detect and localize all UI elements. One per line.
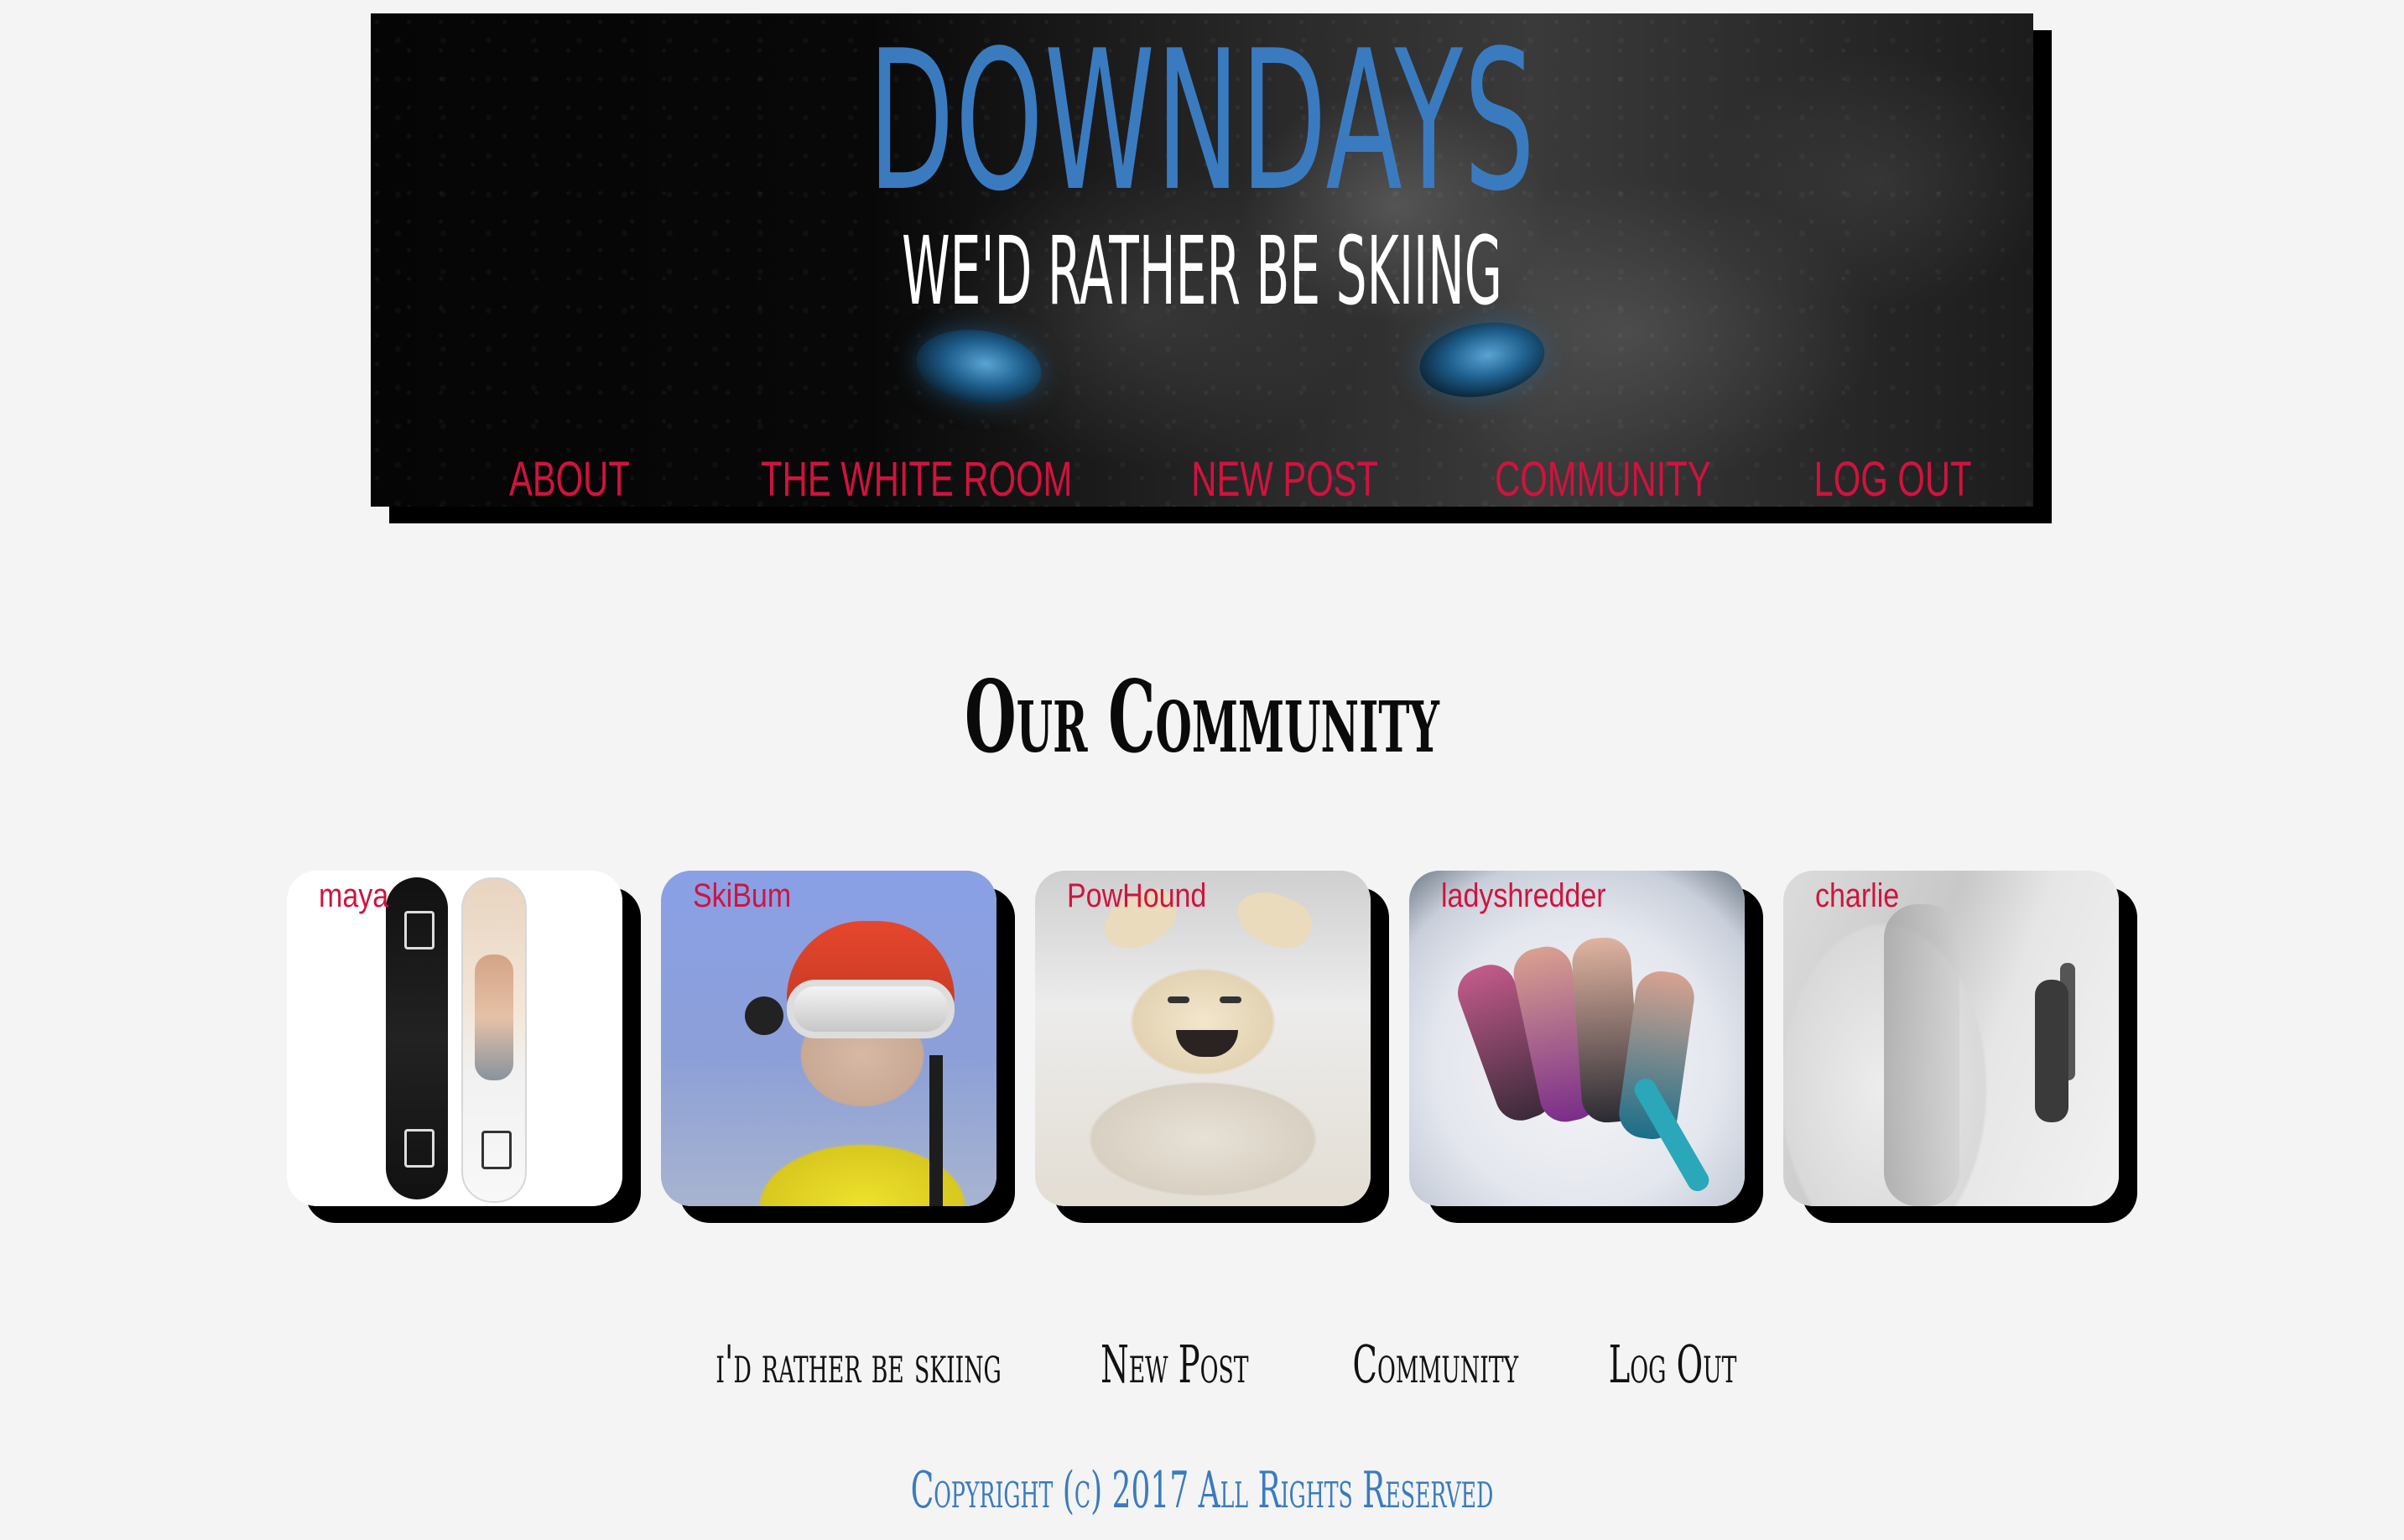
member-username[interactable]: maya	[319, 877, 388, 915]
dog-mouth	[1176, 1030, 1238, 1057]
nav-log-out-link[interactable]: LOG OUT	[1813, 451, 1971, 507]
member-username[interactable]: SkiBum	[693, 877, 791, 915]
nav-white-room-link[interactable]: THE WHITE ROOM	[761, 451, 1072, 507]
member-username[interactable]: PowHound	[1067, 877, 1206, 915]
member-username[interactable]: charlie	[1815, 877, 1899, 915]
snowboard-white	[461, 877, 527, 1203]
member-username[interactable]: ladyshredder	[1441, 877, 1606, 915]
board-logo	[404, 911, 434, 949]
dog-ear	[1229, 880, 1319, 959]
goggles	[787, 980, 955, 1038]
member-avatar-image	[1409, 871, 1745, 1206]
member-avatar-image	[661, 871, 996, 1206]
cable	[929, 1055, 943, 1206]
footer-new-post-link[interactable]: New Post	[1101, 1334, 1248, 1395]
footer-navigation: i'd rather be skiing New Post Community …	[0, 1334, 2404, 1395]
page-title: Our Community	[965, 658, 1439, 775]
member-card-ladyshredder[interactable]: ladyshredder	[1409, 871, 1745, 1206]
member-avatar-image	[287, 871, 622, 1206]
top-navigation: ABOUT THE WHITE ROOM NEW POST COMMUNITY …	[455, 451, 2033, 507]
member-card-charlie[interactable]: charlie	[1783, 871, 2119, 1206]
member-card-skibum[interactable]: SkiBum	[661, 871, 996, 1206]
board-logo	[481, 1131, 512, 1169]
community-members-grid: maya SkiBum PowHound ladyshredder charli…	[287, 871, 2124, 1223]
board-artwork	[475, 955, 513, 1080]
dog-eye	[1220, 996, 1241, 1003]
header-banner: DOWNDAYS WE'D RATHER BE SKIING ABOUT THE…	[371, 13, 2033, 507]
snow-cliff	[1884, 904, 1959, 1206]
nav-about-link[interactable]: ABOUT	[509, 451, 630, 507]
member-card-powhound[interactable]: PowHound	[1035, 871, 1371, 1206]
site-title[interactable]: DOWNDAYS	[720, 22, 1684, 223]
nav-community-link[interactable]: COMMUNITY	[1495, 451, 1711, 507]
snowboarder-figure	[2035, 980, 2068, 1122]
board-logo	[404, 1129, 434, 1168]
member-avatar-image	[1035, 871, 1371, 1206]
site-tagline: WE'D RATHER BE SKIING	[902, 217, 1502, 326]
member-card-maya[interactable]: maya	[287, 871, 622, 1206]
dog-eye	[1168, 996, 1189, 1003]
member-avatar-image	[1783, 871, 2119, 1206]
nav-new-post-link[interactable]: NEW POST	[1191, 451, 1378, 507]
footer-log-out-link[interactable]: Log Out	[1609, 1334, 1737, 1395]
camera-mount	[745, 996, 783, 1035]
footer-community-link[interactable]: Community	[1353, 1334, 1519, 1395]
footer-home-link[interactable]: i'd rather be skiing	[715, 1334, 1001, 1395]
snowboard-black	[386, 877, 448, 1199]
copyright-notice: Copyright (c) 2017 All Rights Reserved	[910, 1461, 1494, 1520]
